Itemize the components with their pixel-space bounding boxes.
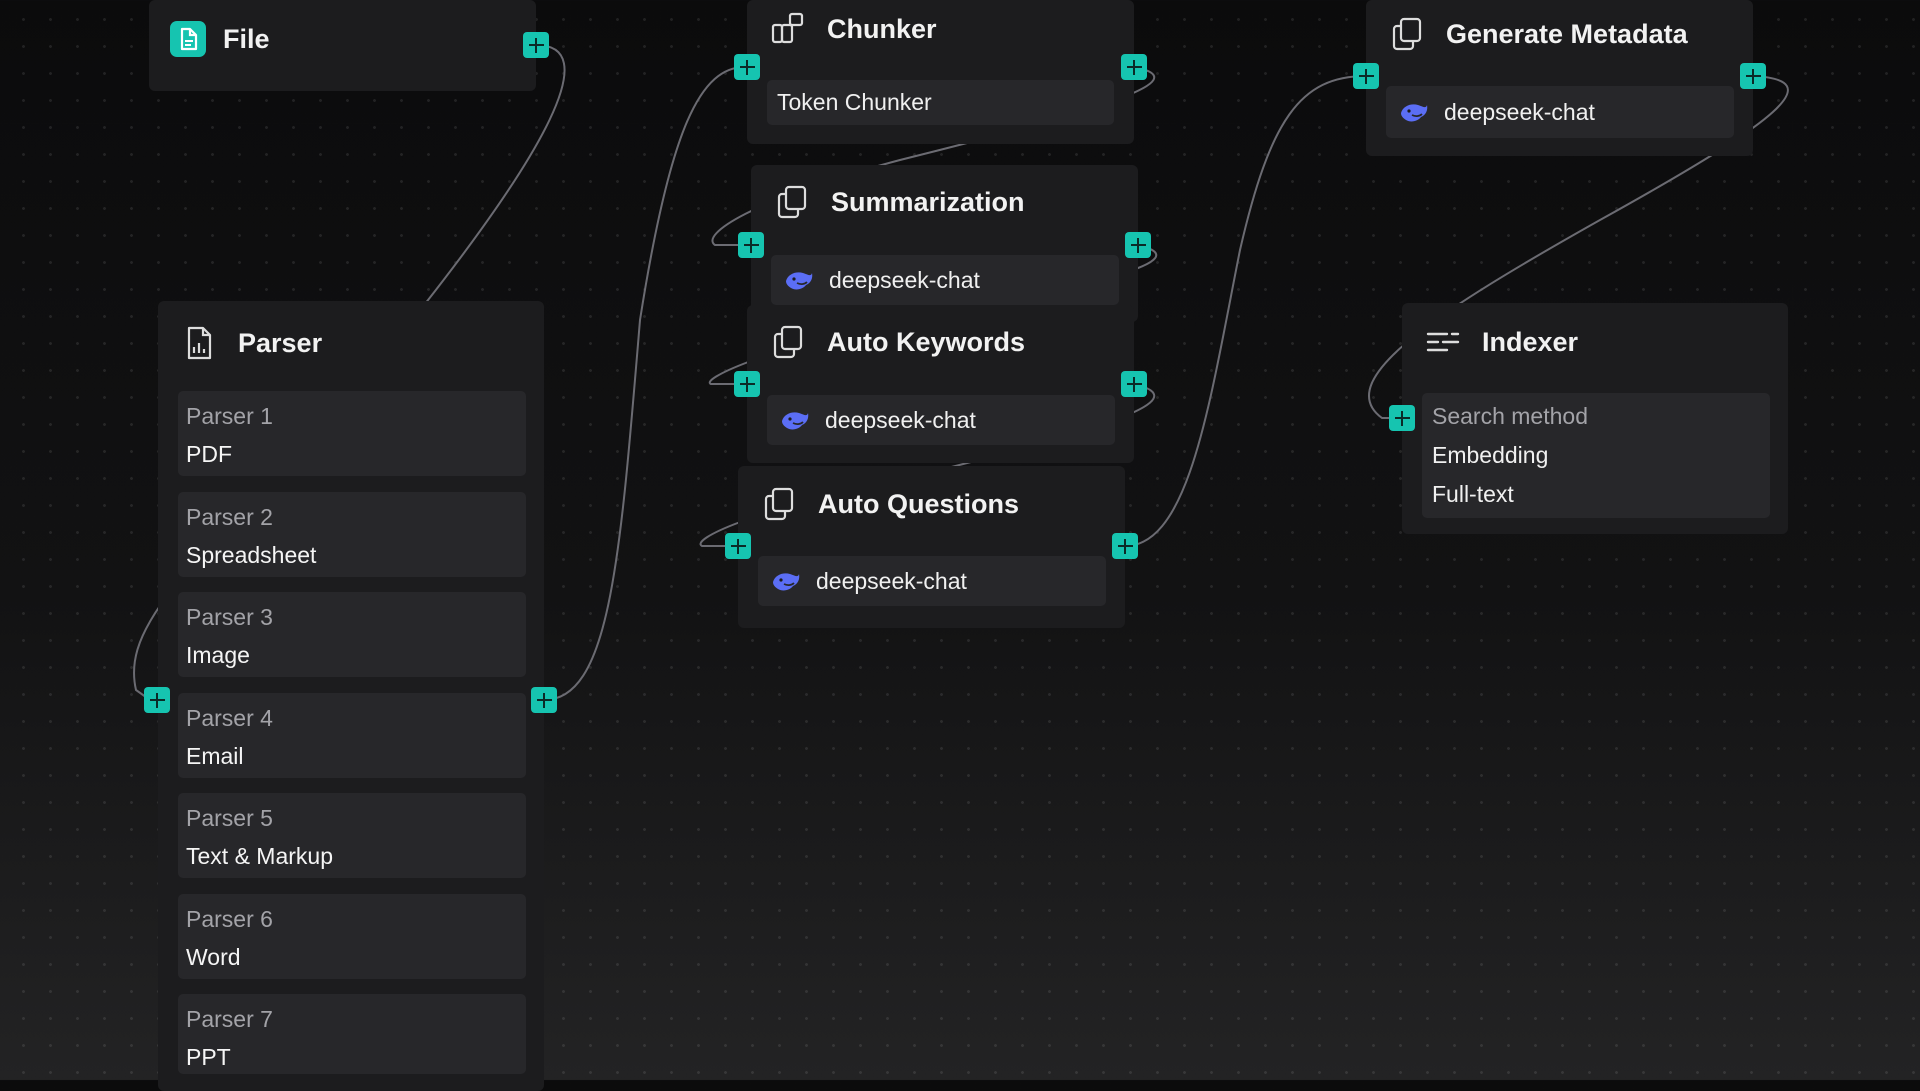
summarization-output-handle[interactable]	[1125, 232, 1151, 258]
model-name: deepseek-chat	[1444, 98, 1595, 125]
parser-output-handle[interactable]	[531, 687, 557, 713]
model-name: deepseek-chat	[829, 266, 980, 293]
parser-value: PDF	[186, 441, 232, 467]
chunker-node[interactable]: Chunker Token Chunker	[747, 0, 1134, 144]
indexer-node[interactable]: Indexer Search method Embedding Full-tex…	[1402, 303, 1788, 534]
node-title: Summarization	[831, 186, 1025, 217]
parser-label: Parser 7	[186, 1006, 273, 1032]
node-title: Chunker	[827, 13, 937, 44]
node-title: Indexer	[1482, 326, 1579, 357]
edge-questions-to-metadata	[1124, 75, 1367, 547]
model-select[interactable]: deepseek-chat	[767, 395, 1115, 445]
model-select[interactable]: deepseek-chat	[771, 255, 1119, 305]
auto-keywords-output-handle[interactable]	[1121, 371, 1147, 397]
parser-item[interactable]: Parser 3 Image	[178, 592, 526, 677]
chunker-method-field[interactable]: Token Chunker	[767, 80, 1114, 125]
summarization-node[interactable]: Summarization deepseek-chat	[751, 165, 1138, 322]
copy-icon	[1388, 15, 1426, 53]
search-method-option[interactable]: Full-text	[1432, 480, 1514, 509]
indexer-lines-icon	[1424, 323, 1462, 361]
parser-value: Word	[186, 944, 241, 970]
summarization-input-handle[interactable]	[738, 232, 764, 258]
generate-metadata-node[interactable]: Generate Metadata deepseek-chat	[1366, 0, 1753, 156]
deepseek-whale-icon	[1398, 96, 1430, 128]
parser-item[interactable]: Parser 1 PDF	[178, 391, 526, 476]
parser-item[interactable]: Parser 2 Spreadsheet	[178, 492, 526, 577]
model-name: deepseek-chat	[825, 406, 976, 433]
node-title: Auto Keywords	[827, 326, 1026, 357]
auto-keywords-node[interactable]: Auto Keywords deepseek-chat	[747, 305, 1134, 463]
parser-label: Parser 4	[186, 705, 273, 731]
deepseek-whale-icon	[783, 264, 815, 296]
file-icon	[169, 20, 207, 58]
node-title: Generate Metadata	[1446, 18, 1688, 49]
grid-blocks-icon	[769, 10, 807, 48]
document-chart-icon	[180, 324, 218, 362]
generate-metadata-output-handle[interactable]	[1740, 63, 1766, 89]
parser-item[interactable]: Parser 6 Word	[178, 894, 526, 979]
parser-label: Parser 2	[186, 504, 273, 530]
node-title: Parser	[238, 327, 323, 358]
parser-value: Image	[186, 642, 250, 668]
parser-label: Parser 1	[186, 403, 273, 429]
copy-icon	[769, 323, 807, 361]
chunker-method-value: Token Chunker	[777, 89, 932, 115]
parser-item[interactable]: Parser 5 Text & Markup	[178, 793, 526, 878]
indexer-input-handle[interactable]	[1389, 405, 1415, 431]
auto-questions-node[interactable]: Auto Questions deepseek-chat	[738, 466, 1125, 628]
node-title: File	[223, 23, 270, 54]
chunker-input-handle[interactable]	[734, 54, 760, 80]
generate-metadata-input-handle[interactable]	[1353, 63, 1379, 89]
deepseek-whale-icon	[779, 404, 811, 436]
search-method-option[interactable]: Embedding	[1432, 441, 1548, 470]
model-select[interactable]: deepseek-chat	[758, 556, 1106, 606]
copy-icon	[773, 183, 811, 221]
file-node[interactable]: File	[149, 0, 536, 91]
model-select[interactable]: deepseek-chat	[1386, 86, 1734, 138]
edge-parser-to-chunker	[543, 65, 748, 701]
parser-item[interactable]: Parser 4 Email	[178, 693, 526, 778]
copy-icon	[760, 485, 798, 523]
parser-label: Parser 6	[186, 906, 273, 932]
chunker-output-handle[interactable]	[1121, 54, 1147, 80]
file-output-handle[interactable]	[523, 32, 549, 58]
auto-keywords-input-handle[interactable]	[734, 371, 760, 397]
parser-value: PPT	[186, 1044, 231, 1070]
search-method-field[interactable]: Search method Embedding Full-text	[1422, 393, 1770, 518]
model-name: deepseek-chat	[816, 567, 967, 594]
parser-label: Parser 5	[186, 805, 273, 831]
auto-questions-input-handle[interactable]	[725, 533, 751, 559]
parser-label: Parser 3	[186, 604, 273, 630]
parser-value: Email	[186, 743, 244, 769]
search-method-label: Search method	[1432, 403, 1588, 429]
parser-item[interactable]: Parser 7 PPT	[178, 994, 526, 1074]
node-title: Auto Questions	[818, 488, 1019, 519]
deepseek-whale-icon	[770, 565, 802, 597]
parser-node[interactable]: Parser Parser 1 PDF Parser 2 Spreadsheet…	[158, 301, 544, 1091]
parser-input-handle[interactable]	[144, 687, 170, 713]
parser-value: Text & Markup	[186, 843, 333, 869]
auto-questions-output-handle[interactable]	[1112, 533, 1138, 559]
parser-value: Spreadsheet	[186, 542, 317, 568]
